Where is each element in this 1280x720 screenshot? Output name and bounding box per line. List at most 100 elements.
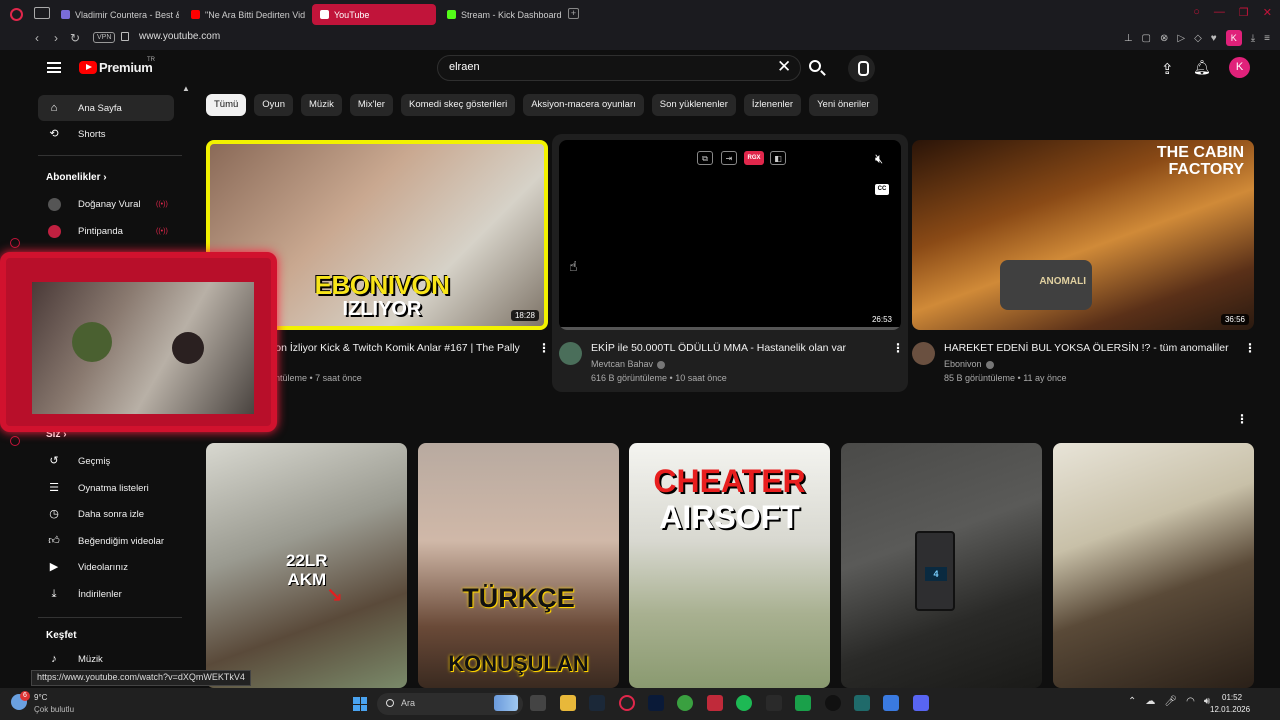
preview-progress-bar[interactable] [559,327,901,330]
chip[interactable]: Mix'ler [349,94,393,116]
mute-icon[interactable]: 🔇︎ [875,151,883,167]
chip[interactable]: Müzik [301,94,342,116]
browser-profile-avatar[interactable]: K [1225,30,1242,46]
short-thumbnail[interactable]: TÜRKÇE KONUŞULAN [418,443,619,688]
sidebar-item-your-videos[interactable]: ▶ Videolarınız [38,554,174,580]
clear-search-icon[interactable]: ✕ [777,58,791,76]
sidebar-item-music[interactable]: ♪ Müzik [38,646,174,672]
search-input[interactable]: elraen [449,61,480,73]
sidebar-item-liked[interactable]: 👍︎ Beğendiğim videolar [38,528,174,554]
tab-4[interactable]: Stream - Kick Dashboard [439,4,563,25]
tray-expand-icon[interactable]: ⌃ [1128,696,1136,707]
captions-icon[interactable]: CC [875,184,889,195]
search-icon[interactable] [809,60,821,72]
search-box[interactable] [437,55,801,81]
opera-logo-icon[interactable] [10,8,23,21]
create-upload-icon[interactable]: ⇪ [1161,60,1174,78]
miniplayer-icon[interactable]: ◧ [770,151,786,165]
weather-temp[interactable]: 9°C [34,693,47,702]
short-thumbnail[interactable]: 22LR AKM ↘ [206,443,407,688]
voice-search-mic-icon[interactable] [848,55,875,82]
maximize-icon[interactable]: ❐ [1239,6,1249,19]
chip-all[interactable]: Tümü [206,94,247,116]
subscriptions-heading[interactable]: Abonelikler › [46,172,107,183]
spotify-icon[interactable] [736,695,752,711]
short-thumbnail[interactable]: 4 [841,443,1042,688]
tab-1[interactable]: Vladimir Countera - Best & [53,4,179,25]
tab-overview-icon[interactable] [34,7,50,19]
sidebar-item-history[interactable]: ↺ Geçmiş [38,448,174,474]
lock-icon[interactable] [121,32,129,41]
play-icon[interactable]: ▷ [1177,33,1185,44]
vpn-badge[interactable]: VPN [93,32,116,43]
opera-sidebar-icon[interactable] [10,238,20,248]
epic-games-icon[interactable] [766,695,782,711]
sidebar-item-subscription[interactable]: Doğanay Vural ((•)) [38,191,174,217]
opera-sidebar-icon[interactable] [10,436,20,446]
chip[interactable]: Aksiyon-macera oyunları [523,94,644,116]
app-icon[interactable] [883,695,899,711]
back-icon[interactable]: ‹ [35,31,39,45]
address-bar[interactable]: www.youtube.com [139,31,220,42]
tab-2[interactable]: "Ne Ara Bitti Dedirten Vid [183,4,305,25]
app-icon[interactable] [825,695,841,711]
chip[interactable]: İzlenenler [743,94,802,116]
sidebar-item-home[interactable]: ⌂ Ana Sayfa [38,95,174,121]
short-thumbnail[interactable]: CHEATER AIRSOFT [629,443,830,688]
video-title[interactable]: von İzliyor Kick & Twitch Komik Anlar #1… [270,342,520,354]
sidebar-item-downloads[interactable]: ⤓ İndirilenler [38,581,174,607]
more-options-icon[interactable]: ⋮ [538,342,550,354]
weather-desc[interactable]: Çok bulutlu [34,705,74,714]
clock-date[interactable]: 12.01.2026 [1210,705,1250,714]
channel-avatar[interactable] [559,342,582,365]
cube-icon[interactable]: ◇ [1194,33,1202,44]
short-thumbnail[interactable] [1053,443,1254,688]
sidebar-scroll-up-icon[interactable]: ▲ [182,84,190,93]
video-preview-player[interactable]: 26:53 [559,140,901,330]
youtube-premium-logo[interactable]: Premium [99,60,153,75]
taskbar-search-placeholder[interactable]: Ara [401,698,415,708]
video-thumbnail[interactable]: THE CABIN FACTORY ANOMALI 36:56 [912,140,1254,330]
rgx-badge[interactable]: RGX [744,151,764,165]
menu-icon[interactable]: ≡ [1264,33,1270,44]
chrome-icon[interactable] [677,695,693,711]
tab-youtube-active[interactable]: YouTube [312,4,436,25]
channel-avatar[interactable] [912,342,935,365]
app-icon[interactable] [707,695,723,711]
chip[interactable]: Son yüklenenler [651,94,736,116]
file-explorer-icon[interactable] [560,695,576,711]
sidebar-item-subscription[interactable]: Pintipanda ((•)) [38,218,174,244]
youtube-logo-icon[interactable] [79,61,97,74]
clock-time[interactable]: 01:52 [1222,693,1242,702]
pip-icon[interactable]: ⧉ [697,151,713,165]
reload-icon[interactable]: ↻ [70,31,80,45]
video-title[interactable]: HAREKET EDENİ BUL YOKSA ÖLERSİN !? - tüm… [944,342,1229,354]
menu-hamburger-icon[interactable] [47,62,61,73]
microphone-icon[interactable]: 🎤︎ [1164,696,1177,707]
channel-name[interactable]: Mevtcan Bahav [591,359,666,369]
opera-gx-icon[interactable] [619,695,635,711]
windows-start-icon[interactable] [353,697,367,711]
photoshop-icon[interactable] [648,695,664,711]
shield-icon[interactable]: ⊗ [1160,33,1168,44]
sidebar-item-playlists[interactable]: ☰ Oynatma listeleri [38,475,174,501]
app-icon[interactable] [795,695,811,711]
forward-icon[interactable]: › [54,31,58,45]
discord-icon[interactable] [913,695,929,711]
chip[interactable]: Komedi skeç gösterileri [400,94,516,116]
downloads-icon[interactable]: ⤓ [1251,33,1255,44]
shorts-more-options-icon[interactable]: ⋮ [1236,412,1248,426]
app-icon[interactable] [854,695,870,711]
chip[interactable]: Oyun [254,94,294,116]
steam-icon[interactable] [589,695,605,711]
notifications-bell-icon[interactable]: 🔔︎ [1193,59,1211,76]
heart-icon[interactable]: ♥ [1211,33,1217,44]
minimize-icon[interactable]: — [1214,6,1225,19]
chip[interactable]: Yeni öneriler [809,94,878,116]
channel-name[interactable]: Ebonivon [944,359,994,369]
video-title[interactable]: EKİP ile 50.000TL ÖDÜLLÜ MMA - Hastaneli… [591,342,846,354]
close-window-icon[interactable]: ✕ [1263,6,1272,19]
pin-icon[interactable]: ⊥ [1124,33,1133,44]
task-view-icon[interactable] [530,695,546,711]
new-tab-button[interactable]: + [568,8,579,19]
